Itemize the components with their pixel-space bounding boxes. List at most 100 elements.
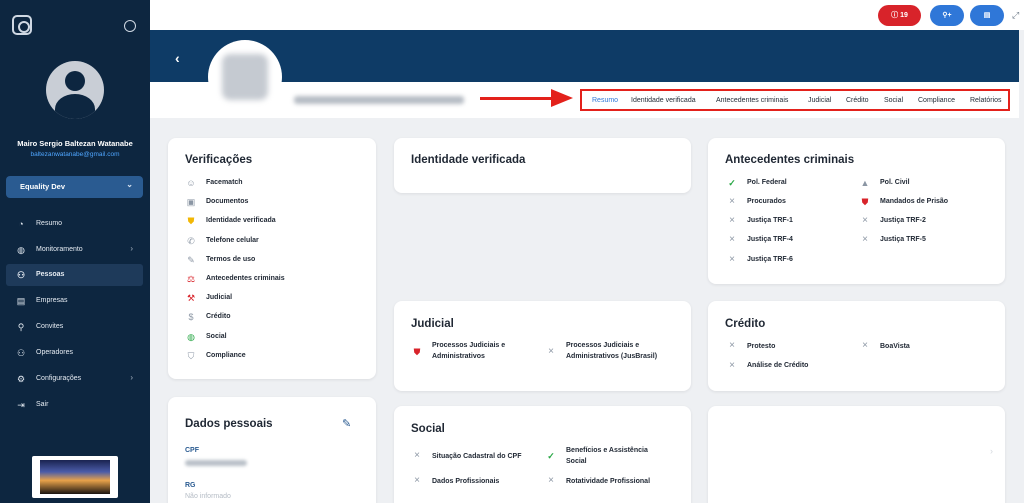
x-icon: × — [729, 254, 735, 265]
x-icon: × — [414, 450, 420, 461]
social-item[interactable]: Rotatividade Profissional — [566, 478, 650, 485]
nav-item-configuracoes[interactable]: ⚙ Configurações › — [6, 368, 143, 390]
nav-item-operadores[interactable]: ⚇ Operadores — [6, 342, 143, 364]
id-card-icon: ▣ — [186, 197, 196, 207]
card-title: Verificações — [185, 154, 253, 166]
verification-item[interactable]: Termos de uso — [206, 256, 255, 263]
globe-icon: ◍ — [187, 332, 195, 342]
nav-item-resumo[interactable]: ◔ Resumo — [6, 213, 143, 235]
nav-item-empresas[interactable]: ▤ Empresas — [6, 290, 143, 312]
tab-relatorios[interactable]: Relatórios — [970, 97, 1002, 104]
fullscreen-icon[interactable]: ⤢ — [1012, 10, 1019, 21]
nav-item-label: Empresas — [36, 297, 68, 304]
document-icon: ▤ — [983, 12, 991, 19]
tab-compliance[interactable]: Compliance — [918, 97, 955, 104]
judicial-item-line1[interactable]: Processos Judiciais e — [566, 342, 639, 349]
antecedentes-card: Antecedentes criminais ✓ Pol. Federal × … — [708, 138, 1005, 284]
tab-identidade-verificada[interactable]: Identidade verificada — [631, 97, 696, 104]
judicial-item-line1[interactable]: Processos Judiciais e — [432, 342, 505, 349]
verification-item[interactable]: Social — [206, 333, 227, 340]
card-title: Crédito — [725, 318, 766, 330]
dollar-icon: $ — [188, 312, 194, 322]
verification-item[interactable]: Documentos — [206, 198, 248, 205]
promo-image[interactable] — [32, 456, 118, 498]
criminal-check-item[interactable]: Justiça TRF-1 — [747, 217, 793, 224]
gavel-icon: ⚒ — [186, 293, 196, 303]
cpf-label: CPF — [185, 447, 199, 454]
judicial-item-line2[interactable]: Administrativos — [432, 353, 485, 360]
check-icon: ✓ — [728, 178, 736, 188]
social-item-line1[interactable]: Benefícios e Assistência — [566, 447, 648, 454]
verification-item[interactable]: Crédito — [206, 313, 231, 320]
social-card: Social × Situação Cadastral do CPF ✓ Ben… — [394, 406, 691, 503]
tab-social[interactable]: Social — [884, 97, 903, 104]
criminal-check-item[interactable]: Justiça TRF-6 — [747, 256, 793, 263]
nav-item-convites[interactable]: ⚲ Convites — [6, 316, 143, 338]
chevron-right-icon: › — [990, 446, 993, 456]
criminal-check-item[interactable]: Justiça TRF-5 — [880, 236, 926, 243]
social-item-line2[interactable]: Social — [566, 458, 587, 465]
annotation-arrow — [480, 97, 554, 100]
credit-item[interactable]: BoaVista — [880, 343, 910, 350]
verification-item[interactable]: Telefone celular — [206, 237, 259, 244]
card-title: Antecedentes criminais — [725, 154, 855, 166]
social-item[interactable]: Dados Profissionais — [432, 478, 499, 485]
x-icon: × — [862, 340, 868, 351]
nav-item-label: Operadores — [36, 349, 73, 356]
warning-icon: ▲ — [860, 178, 870, 188]
back-arrow-icon[interactable]: ‹ — [175, 50, 180, 66]
verification-item[interactable]: Facematch — [206, 179, 243, 186]
rg-label: RG — [185, 482, 196, 489]
card-title: Social — [411, 423, 445, 435]
add-person-button[interactable]: ⚲+ — [930, 5, 964, 26]
x-icon: × — [729, 340, 735, 351]
nav-item-label: Monitoramento — [36, 246, 83, 253]
x-icon: × — [548, 346, 554, 357]
tab-antecedentes-criminais[interactable]: Antecedentes criminais — [716, 97, 788, 104]
criminal-check-item[interactable]: Justiça TRF-4 — [747, 236, 793, 243]
user-avatar — [46, 61, 104, 119]
app-logo-icon[interactable] — [12, 15, 32, 35]
tab-resumo[interactable]: Resumo — [592, 97, 618, 104]
nav-item-monitoramento[interactable]: ◍ Monitoramento › — [6, 239, 143, 261]
tab-bar: Resumo Identidade verificada Antecedente… — [580, 89, 1010, 111]
judicial-card: Judicial ⛊ Processos Judiciais e Adminis… — [394, 301, 691, 391]
judicial-item-line2[interactable]: Administrativos (JusBrasil) — [566, 353, 657, 360]
nav-item-label: Sair — [36, 401, 49, 408]
verification-item[interactable]: Antecedentes criminais — [206, 275, 285, 282]
social-item[interactable]: Situação Cadastral do CPF — [432, 453, 521, 460]
nav-item-sair[interactable]: ⇥ Sair — [6, 394, 143, 416]
verification-item[interactable]: Identidade verificada — [206, 217, 276, 224]
verification-item[interactable]: Judicial — [206, 294, 232, 301]
gear-icon: ⚙ — [16, 374, 26, 384]
org-select[interactable]: Equality Dev ⌄ — [6, 176, 143, 198]
tab-credito[interactable]: Crédito — [846, 97, 869, 104]
credit-item[interactable]: Análise de Crédito — [747, 362, 808, 369]
shield-check-icon: ⛊ — [187, 216, 195, 226]
verification-item[interactable]: Compliance — [206, 352, 246, 359]
criminal-check-item[interactable]: Mandados de Prisão — [880, 198, 948, 205]
nav-item-label: Convites — [36, 323, 64, 330]
reports-button[interactable]: ▤ — [970, 5, 1004, 26]
org-select-label: Equality Dev — [20, 182, 66, 191]
nav-item-pessoas[interactable]: ⚇ Pessoas — [6, 264, 143, 286]
x-icon: × — [729, 196, 735, 207]
criminal-check-item[interactable]: Pol. Civil — [880, 179, 910, 186]
profile-photo — [208, 40, 282, 114]
add-user-icon: ⚲ — [17, 322, 25, 332]
shield-alert-icon: ⛊ — [861, 197, 869, 207]
tab-judicial[interactable]: Judicial — [808, 97, 831, 104]
rg-value: Não informado — [185, 493, 231, 500]
chevron-right-icon: › — [130, 244, 133, 253]
sidebar: Mairo Sergio Baltezan Watanabe baltezanw… — [0, 0, 150, 503]
criminal-check-item[interactable]: Justiça TRF-2 — [880, 217, 926, 224]
x-icon: × — [862, 215, 868, 226]
criminal-check-item[interactable]: Procurados — [747, 198, 786, 205]
alerts-button[interactable]: ⓘ 19 — [878, 5, 921, 26]
face-icon: ☺ — [186, 178, 196, 188]
edit-icon[interactable]: ✎ — [342, 417, 351, 430]
scale-icon: ⚖ — [186, 274, 196, 284]
user-settings-icon[interactable] — [124, 20, 136, 32]
credit-item[interactable]: Protesto — [747, 343, 775, 350]
criminal-check-item[interactable]: Pol. Federal — [747, 179, 787, 186]
